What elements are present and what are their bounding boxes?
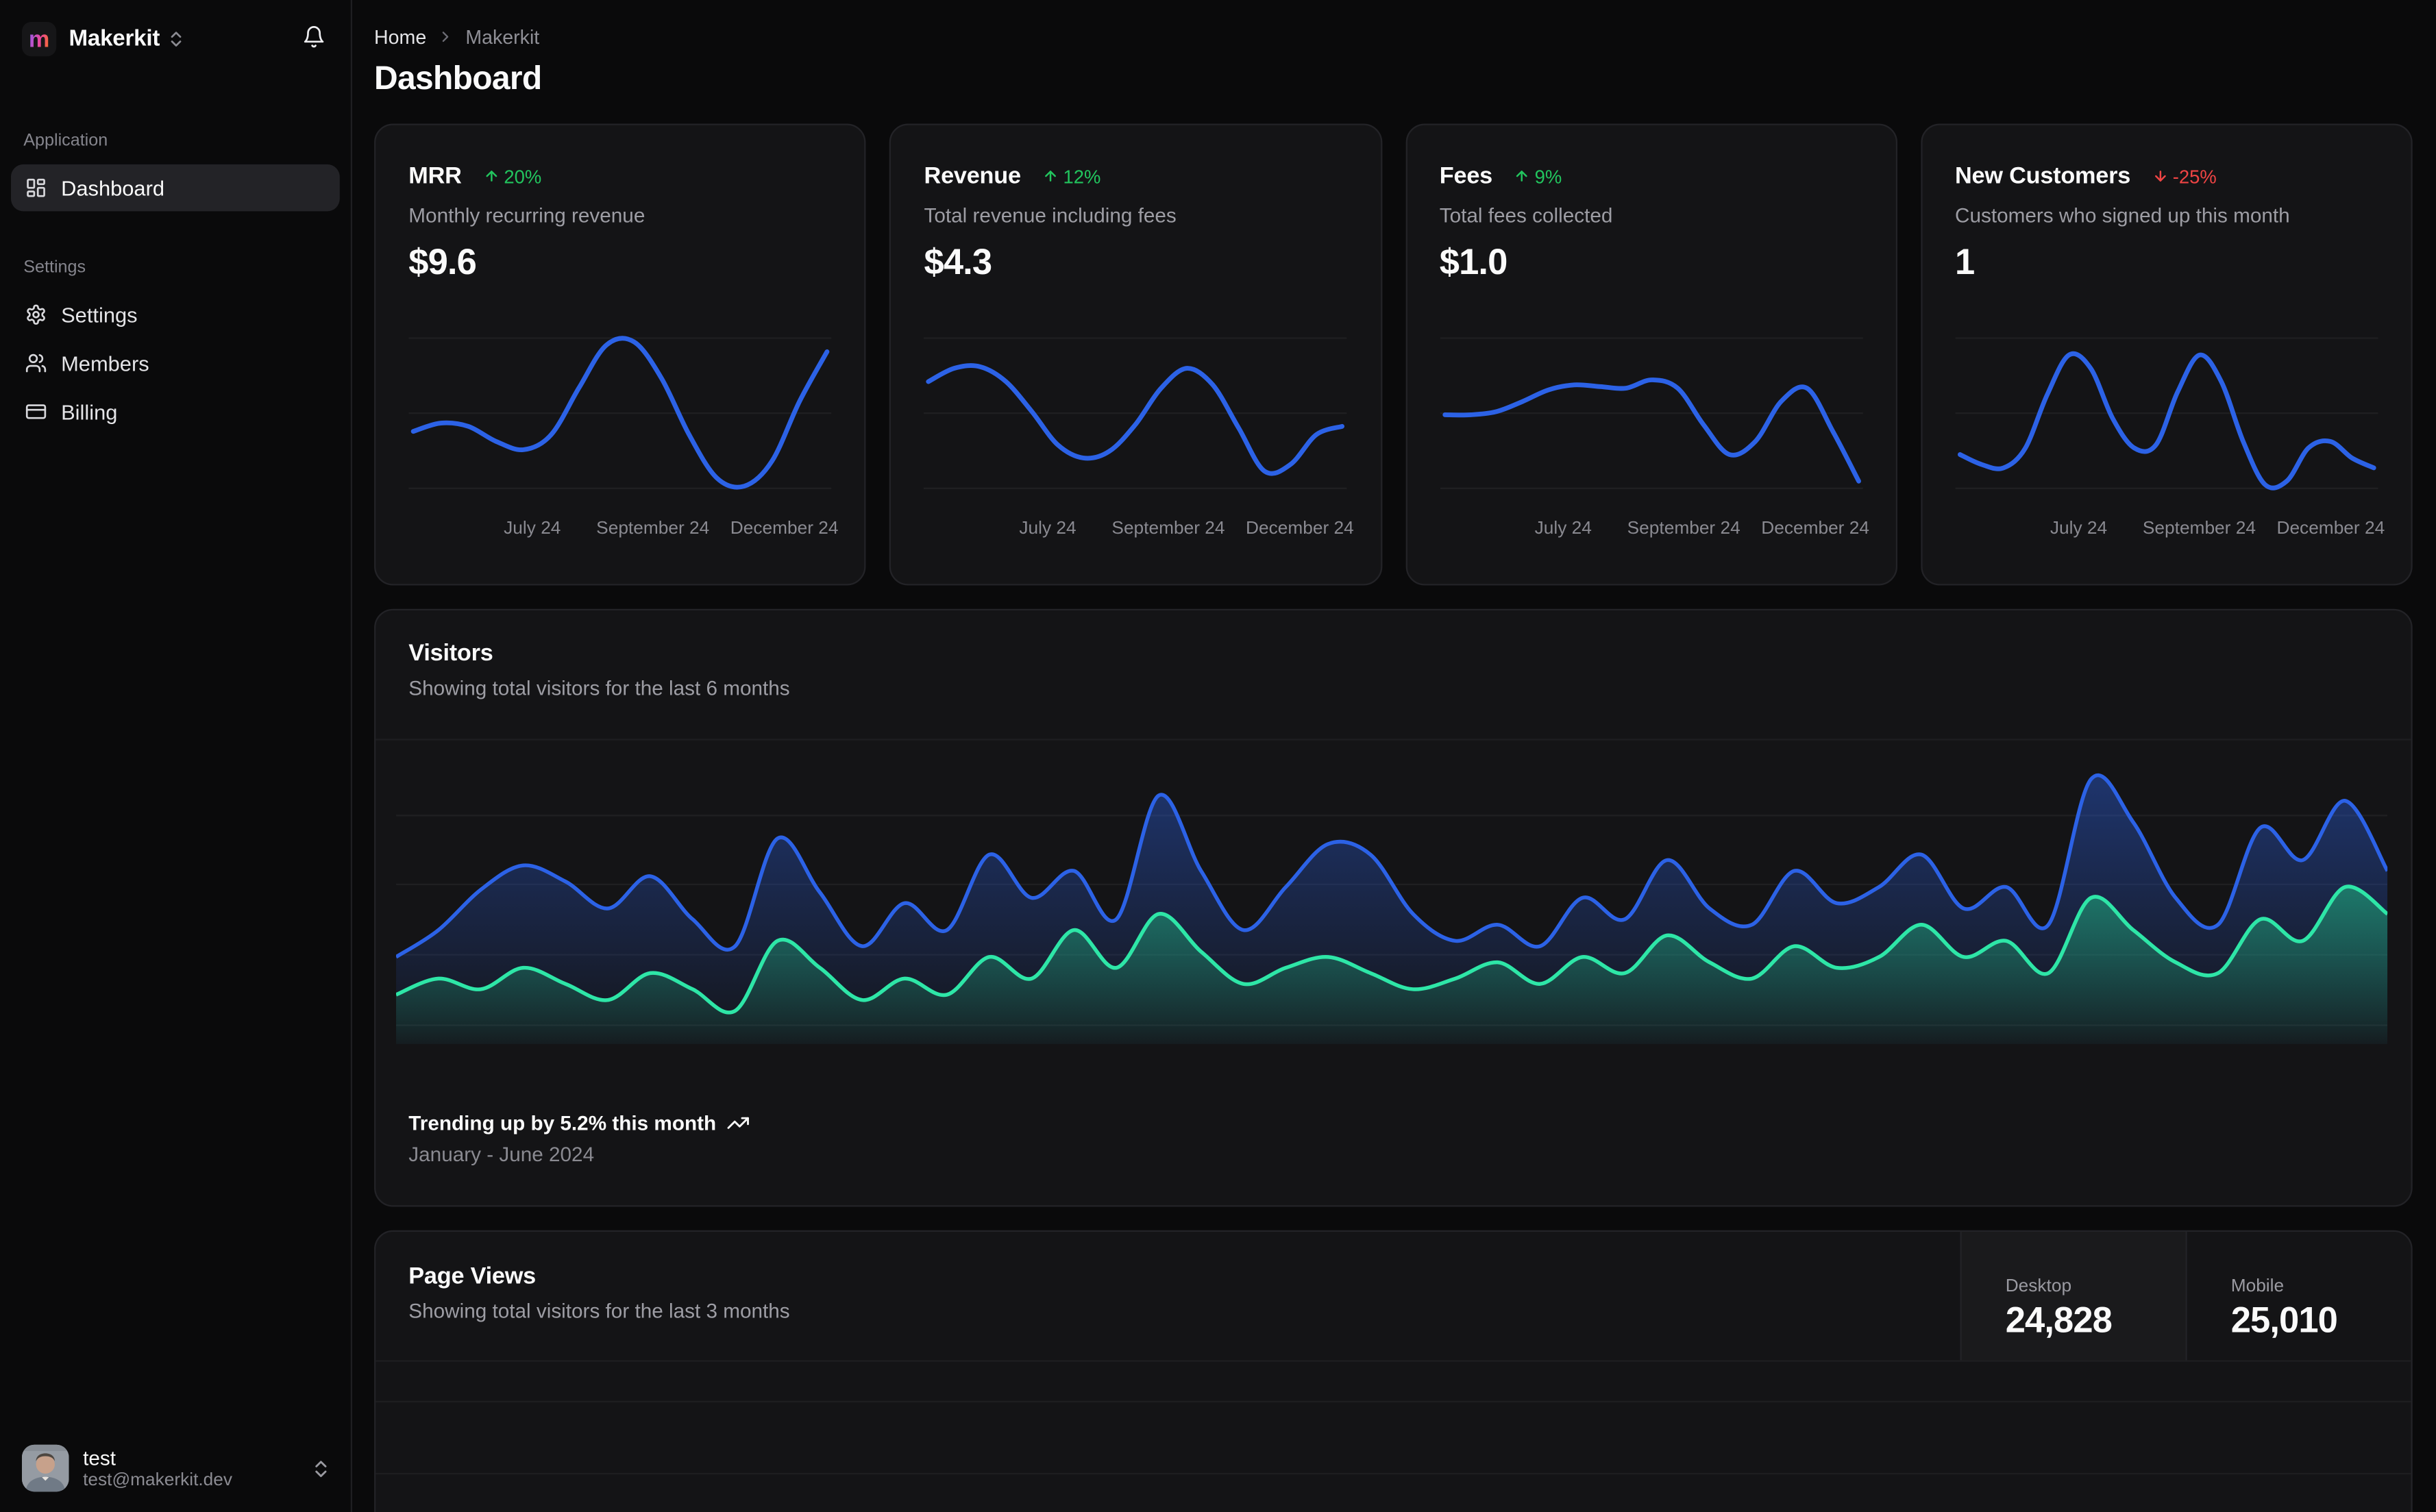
arrow-down-icon — [2152, 167, 2168, 184]
visitors-card: Visitors Showing total visitors for the … — [374, 608, 2413, 1207]
trend-badge: 12% — [1043, 165, 1100, 187]
stat-value: $4.3 — [924, 240, 993, 282]
nav-group-settings: Settings — [23, 258, 86, 277]
tab-mobile[interactable]: Mobile 25,010 — [2185, 1232, 2411, 1361]
sidebar-item-label: Dashboard — [61, 176, 165, 200]
sidebar-item-label: Settings — [61, 303, 138, 327]
page-views-card: Page Views Showing total visitors for th… — [374, 1230, 2413, 1512]
stat-card-new-customers: New Customers -25% Customers who signed … — [1920, 123, 2413, 586]
gear-icon — [25, 303, 47, 325]
stat-title: Revenue — [924, 162, 1021, 190]
visitors-title: Visitors — [408, 640, 493, 667]
user-info: test test@makerkit.dev — [83, 1446, 232, 1491]
x-axis: July 24 September 24 December 24 — [1019, 519, 1354, 538]
page-views-chart — [376, 1360, 2411, 1512]
revenue-line-chart — [924, 337, 1347, 489]
stat-card-mrr: MRR 20% Monthly recurring revenue $9.6 J… — [374, 123, 867, 586]
x-axis: July 24 September 24 December 24 — [1534, 519, 1869, 538]
trending-up-icon — [727, 1111, 750, 1135]
avatar — [21, 1444, 69, 1492]
trend-badge: 20% — [484, 165, 541, 187]
credit-card-icon — [25, 401, 47, 423]
stat-value: $9.6 — [408, 240, 477, 282]
user-name: test — [83, 1445, 116, 1470]
x-axis: July 24 September 24 December 24 — [2050, 519, 2385, 538]
visitors-area-chart — [396, 773, 2388, 1044]
stat-subtitle: Monthly recurring revenue — [408, 203, 645, 227]
divider — [376, 739, 2411, 741]
x-axis: July 24 September 24 December 24 — [504, 519, 839, 538]
stat-value: 1 — [1955, 240, 1975, 282]
arrow-up-icon — [1514, 167, 1530, 184]
nav-group-application: Application — [23, 131, 108, 151]
dashboard-grid-icon — [25, 177, 47, 199]
sidebar-header: m Makerkit — [0, 0, 351, 57]
sidebar-item-settings[interactable]: Settings — [11, 291, 340, 338]
sidebar-nav: Application Dashboard Settings Settings … — [0, 132, 351, 435]
sidebar-item-label: Billing — [61, 399, 118, 424]
bell-icon — [302, 25, 325, 49]
page-views-header: Page Views Showing total visitors for th… — [376, 1232, 2411, 1362]
page-views-tabs: Desktop 24,828 Mobile 25,010 — [1960, 1232, 2411, 1361]
visitors-trend-text: Trending up by 5.2% this month — [408, 1111, 717, 1135]
trend-badge: 9% — [1514, 165, 1562, 187]
makerkit-logo[interactable]: m — [21, 21, 57, 57]
breadcrumb-home-link[interactable]: Home — [374, 26, 426, 48]
stat-subtitle: Total fees collected — [1439, 203, 1613, 227]
notifications-button[interactable] — [299, 22, 328, 56]
makerkit-dashboard: m Makerkit Application Dashboard Setting… — [0, 0, 2436, 1512]
stat-subtitle: Customers who signed up this month — [1955, 203, 2290, 227]
sidebar-item-label: Members — [61, 351, 149, 375]
new-customers-line-chart — [1955, 337, 2378, 491]
sidebar: m Makerkit Application Dashboard Setting… — [0, 0, 353, 1512]
fees-line-chart — [1439, 337, 1863, 489]
sidebar-item-billing[interactable]: Billing — [11, 388, 340, 436]
tab-desktop[interactable]: Desktop 24,828 — [1960, 1232, 2186, 1361]
trend-badge: -25% — [2152, 165, 2217, 187]
visitors-date-range: January - June 2024 — [408, 1142, 595, 1167]
users-icon — [25, 352, 47, 374]
stat-title: Fees — [1439, 162, 1492, 190]
mrr-line-chart — [408, 336, 832, 490]
gridline — [376, 1472, 2411, 1475]
stat-subtitle: Total revenue including fees — [924, 203, 1177, 227]
user-email: test@makerkit.dev — [83, 1470, 233, 1489]
breadcrumb: Home Makerkit — [374, 25, 2413, 49]
stat-title: MRR — [408, 162, 462, 190]
user-menu-button[interactable]: test test@makerkit.dev — [11, 1437, 340, 1499]
stat-card-fees: Fees 9% Total fees collected $1.0 July 2… — [1405, 123, 1897, 586]
visitors-footer: Trending up by 5.2% this month January -… — [408, 1111, 750, 1166]
page-title: Dashboard — [374, 61, 542, 97]
workspace-name: Makerkit — [69, 26, 160, 52]
gridline — [376, 1400, 2411, 1403]
stat-cards-row: MRR 20% Monthly recurring revenue $9.6 J… — [374, 123, 2413, 586]
arrow-up-icon — [484, 167, 500, 184]
stat-card-revenue: Revenue 12% Total revenue including fees… — [889, 123, 1382, 586]
breadcrumb-current: Makerkit — [465, 25, 540, 48]
chevrons-up-down-icon — [169, 29, 184, 48]
chevron-right-icon — [437, 28, 454, 45]
chevrons-up-down-icon — [313, 1458, 329, 1478]
stat-value: $1.0 — [1439, 240, 1508, 282]
stat-title: New Customers — [1955, 162, 2131, 190]
visitors-subtitle: Showing total visitors for the last 6 mo… — [408, 676, 790, 700]
workspace-selector[interactable]: Makerkit — [69, 26, 184, 52]
sidebar-item-members[interactable]: Members — [11, 340, 340, 387]
arrow-up-icon — [1043, 167, 1059, 184]
sidebar-item-dashboard[interactable]: Dashboard — [10, 164, 340, 212]
main-content: Home Makerkit Dashboard MRR 20% Monthly … — [351, 0, 2436, 1512]
